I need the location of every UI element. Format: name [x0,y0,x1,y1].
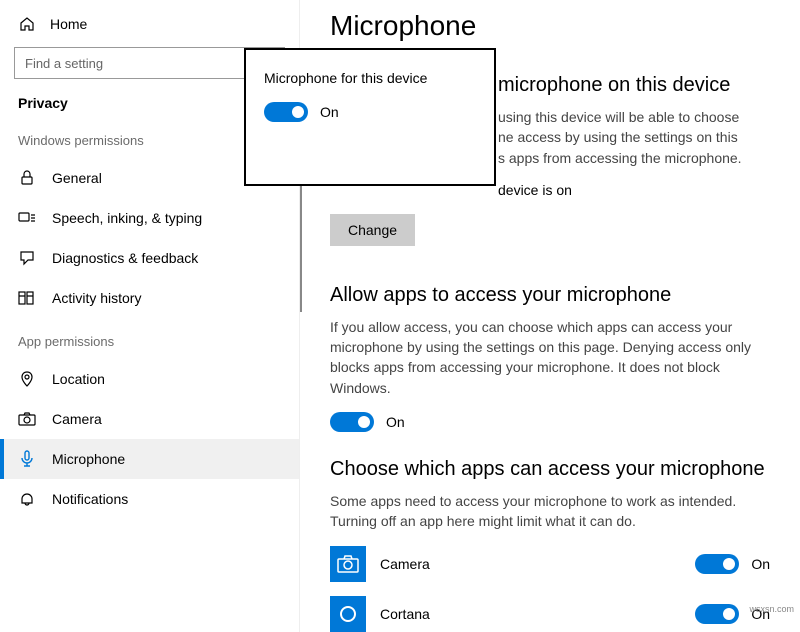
app-icon-cortana [330,596,366,632]
camera-icon [18,410,36,428]
toggle-label: On [386,414,405,430]
page-title: Microphone [330,10,770,42]
section-app-access: Allow apps to access your microphone [330,284,770,307]
microphone-icon [18,450,36,468]
bell-icon [18,490,36,508]
sidebar-item-activity[interactable]: Activity history [0,278,299,318]
app-name: Cortana [380,606,681,622]
sidebar-item-label: Speech, inking, & typing [52,210,202,226]
app-access-toggle-row: On [330,412,770,432]
popup-title: Microphone for this device [264,70,476,86]
history-icon [18,289,36,307]
sidebar-item-microphone[interactable]: Microphone [0,439,299,479]
microphone-device-popup: Microphone for this device On [244,48,496,186]
sidebar-item-label: Diagnostics & feedback [52,250,198,266]
app-access-desc: If you allow access, you can choose whic… [330,317,770,398]
app-row-camera: Camera On [330,546,770,582]
section-app-permissions: App permissions [0,334,299,359]
app-icon-camera [330,546,366,582]
sidebar-item-label: General [52,170,102,186]
sidebar-item-label: Notifications [52,491,128,507]
app-access-toggle[interactable] [330,412,374,432]
feedback-icon [18,249,36,267]
popup-toggle[interactable] [264,102,308,122]
section-choose-apps: Choose which apps can access your microp… [330,458,770,481]
toggle-label: On [320,104,339,120]
change-button[interactable]: Change [330,214,415,246]
sidebar-item-label: Activity history [52,290,141,306]
lock-icon [18,169,36,187]
sidebar-item-label: Microphone [52,451,125,467]
app-name: Camera [380,556,681,572]
speech-icon [18,209,36,227]
watermark: wsxsn.com [749,604,794,614]
sidebar-item-camera[interactable]: Camera [0,399,299,439]
sidebar-item-location[interactable]: Location [0,359,299,399]
sidebar-item-label: Camera [52,411,102,427]
home-icon [18,15,36,33]
sidebar-item-notifications[interactable]: Notifications [0,479,299,519]
choose-apps-desc: Some apps need to access your microphone… [330,491,770,532]
home-label: Home [50,16,87,32]
home-link[interactable]: Home [0,15,299,47]
app-toggle-cortana[interactable] [695,604,739,624]
sidebar-item-diagnostics[interactable]: Diagnostics & feedback [0,238,299,278]
location-icon [18,370,36,388]
sidebar-item-speech[interactable]: Speech, inking, & typing [0,198,299,238]
toggle-label: On [751,556,770,572]
app-row-cortana: Cortana On [330,596,770,632]
sidebar-item-label: Location [52,371,105,387]
app-toggle-camera[interactable] [695,554,739,574]
